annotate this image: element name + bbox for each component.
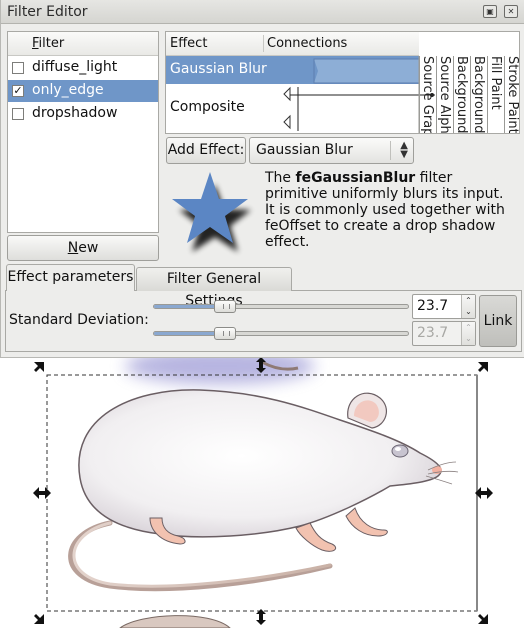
gaussian-output-band xyxy=(314,59,419,83)
new-filter-button[interactable]: New xyxy=(7,235,159,261)
blurred-shape xyxy=(125,358,315,384)
slider-thumb[interactable] xyxy=(214,300,236,313)
handle-bottom-right-icon xyxy=(478,614,488,624)
filter-list-header[interactable]: Filter xyxy=(8,32,158,56)
filter-item-dropshadow[interactable]: dropshadow xyxy=(8,103,158,125)
std-deviation-x-slider[interactable] xyxy=(153,300,409,313)
input-column xyxy=(419,56,435,133)
filter-item-label: only_edge xyxy=(32,82,104,98)
handle-left-icon xyxy=(33,487,51,499)
effect-type-select[interactable]: Gaussian Blur ▲ ▼ xyxy=(249,137,414,164)
rat-eye xyxy=(391,444,409,458)
filter-item-diffuse-light[interactable]: diffuse_light xyxy=(8,57,158,79)
primitive-name: feGaussianBlur xyxy=(295,170,416,186)
std-deviation-x-spinbox[interactable]: 23.7 ⌃ ⌄ xyxy=(412,294,476,319)
slider-thumb[interactable] xyxy=(214,327,236,340)
spin-arrows-icon[interactable]: ⌃ ⌄ xyxy=(461,295,475,318)
filter-checkbox[interactable] xyxy=(12,62,24,74)
rat-front-paw-2 xyxy=(345,507,388,537)
add-effect-button[interactable]: Add Effect: xyxy=(166,137,246,164)
input-column xyxy=(436,56,452,133)
filter-header-label: Filter xyxy=(32,36,65,51)
std-deviation-label: Standard Deviation: xyxy=(9,312,149,328)
spinbox-value: 23.7 xyxy=(417,325,449,341)
input-column xyxy=(504,56,519,133)
input-column xyxy=(453,56,469,133)
filter-item-only-edge[interactable]: ✓ only_edge xyxy=(8,80,158,102)
tab-filter-general-settings[interactable]: Filter General Settings xyxy=(136,267,292,309)
composite-input-1 xyxy=(283,86,291,102)
std-deviation-y-slider[interactable] xyxy=(153,327,409,340)
effect-type-value: Gaussian Blur xyxy=(256,142,353,158)
effect-list: Effect Connections Gaussian Blur Composi… xyxy=(165,31,520,134)
restore-icon[interactable]: ▣ xyxy=(483,5,497,18)
filter-item-label: diffuse_light xyxy=(32,59,118,75)
filter-list: Filter diffuse_light ✓ only_edge dropsha… xyxy=(7,31,159,233)
handle-bottom-left-icon xyxy=(34,614,44,624)
tab-effect-parameters[interactable]: Effect parameters xyxy=(6,264,135,291)
partial-object xyxy=(119,615,231,628)
drawing-canvas[interactable] xyxy=(0,358,524,628)
handle-top-right-icon xyxy=(478,362,488,372)
std-deviation-y-spinbox: 23.7 ⌃ ⌄ xyxy=(412,321,476,346)
filter-editor-dialog: Filter Editor ▣ ✕ Filter diffuse_light ✓… xyxy=(0,0,524,358)
composite-input-2 xyxy=(283,114,291,130)
rat-front-paw xyxy=(295,522,337,552)
rat-eye-highlight xyxy=(395,447,401,451)
close-icon[interactable]: ✕ xyxy=(504,5,518,18)
filter-checkbox[interactable]: ✓ xyxy=(12,85,24,97)
handle-top-left-icon xyxy=(34,362,44,372)
spinbox-value: 23.7 xyxy=(417,298,449,314)
dialog-title: Filter Editor xyxy=(7,4,88,20)
dialog-titlebar: Filter Editor ▣ ✕ xyxy=(1,0,524,24)
select-divider xyxy=(390,141,391,160)
link-button[interactable]: Link xyxy=(479,295,517,347)
slider-fill xyxy=(154,305,222,308)
filter-checkbox[interactable] xyxy=(12,108,24,120)
effect-description: The feGaussianBlur filter primitive unif… xyxy=(265,170,505,250)
spin-arrows-icon: ⌃ ⌄ xyxy=(461,322,475,345)
slider-fill xyxy=(154,332,222,335)
chevron-updown-icon: ▲ ▼ xyxy=(400,140,408,160)
star-icon xyxy=(172,172,251,252)
canvas-artwork[interactable] xyxy=(0,358,524,628)
input-column xyxy=(470,56,486,133)
filter-item-label: dropshadow xyxy=(32,105,118,121)
input-column xyxy=(487,56,503,133)
